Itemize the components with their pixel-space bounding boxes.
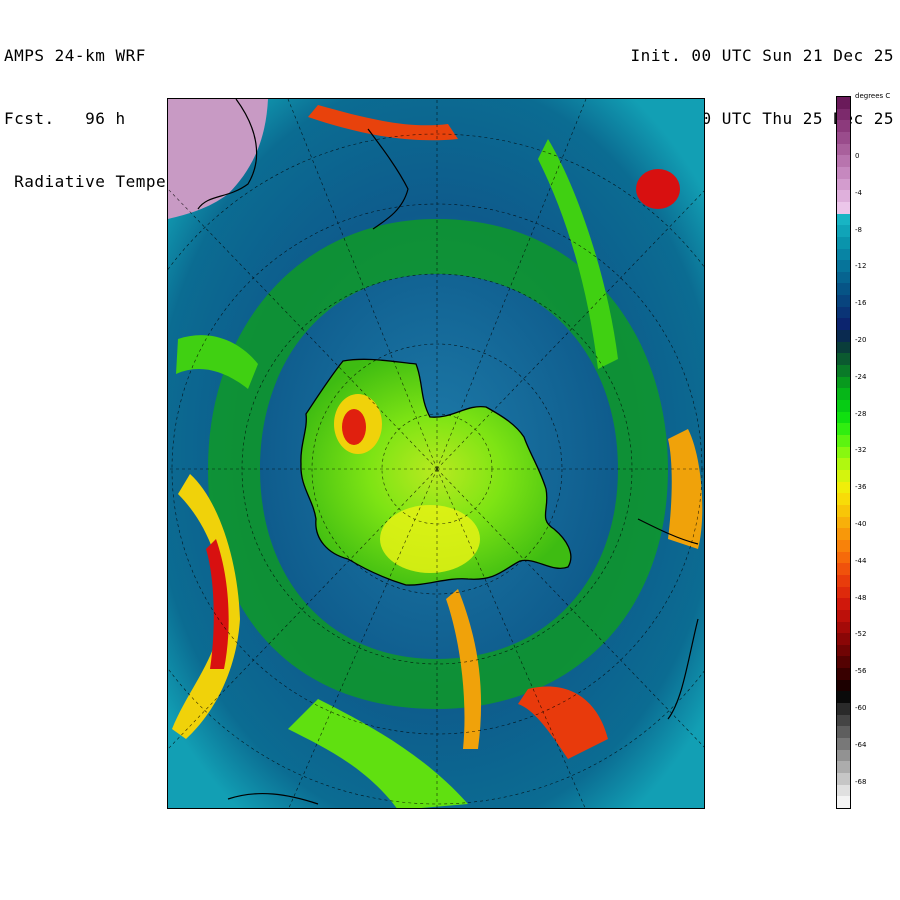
init-time: Init. 00 UTC Sun 21 Dec 25: [630, 46, 894, 65]
colorbar-tick-label: -20: [855, 336, 867, 344]
colorbar-swatch: [837, 131, 850, 145]
colorbar-tick-label: -52: [855, 630, 867, 639]
colorbar-swatch: [837, 539, 850, 553]
colorbar-labels: degrees C 0 -4 -8 -12 -16 -20 -24 -28 -32 -36 -40 -…: [855, 90, 900, 820]
colorbar-tick-label: -4: [855, 188, 862, 197]
colorbar-tick-label: -24: [855, 372, 867, 381]
colorbar-swatch: [837, 761, 850, 774]
colorbar-swatch: [837, 796, 850, 809]
colorbar-swatch: [837, 469, 850, 483]
polar-plateau-highlight: [380, 505, 480, 573]
colorbar-tick-label: -68: [855, 777, 867, 786]
colorbar-swatch: [837, 714, 850, 727]
colorbar-swatch: [837, 633, 850, 646]
colorbar-swatch: [837, 400, 850, 413]
colorbar-swatch: [837, 318, 850, 331]
colorbar-swatch: [837, 703, 850, 716]
colorbar-swatch: [837, 271, 850, 284]
colorbar-swatch: [837, 353, 850, 366]
colorbar-swatch: [837, 295, 850, 308]
colorbar-swatch: [837, 563, 850, 576]
colorbar-swatch: [837, 225, 850, 238]
colorbar-tick-label: -56: [855, 667, 867, 676]
colorbar-swatch: [837, 341, 850, 354]
colorbar-tick-label: -12: [855, 262, 867, 271]
colorbar-swatch: [837, 178, 850, 191]
colorbar-swatch: [837, 574, 850, 588]
colorbar-tick-label: -64: [855, 740, 867, 749]
map-panel: [167, 98, 705, 809]
colorbar-swatch: [837, 773, 850, 786]
polar-map: [168, 99, 704, 808]
colorbar-swatch: [837, 668, 850, 681]
colorbar-tick-label: 0: [855, 152, 860, 160]
colorbar-tick-label: -16: [855, 299, 867, 308]
colorbar-swatch: [837, 120, 850, 133]
storm-northeast: [636, 169, 680, 209]
colorbar-swatch: [837, 481, 850, 494]
colorbar-swatch: [837, 644, 850, 657]
colorbar-swatch: [837, 166, 850, 180]
colorbar-swatch: [837, 446, 850, 459]
colorbar-swatch: [837, 504, 850, 518]
colorbar-swatch: [837, 388, 850, 401]
colorbar-swatch: [837, 201, 850, 215]
colorbar-swatch: [837, 306, 850, 319]
colorbar-swatch: [837, 656, 850, 669]
colorbar-swatch: [837, 330, 850, 343]
colorbar-swatch: [837, 108, 850, 121]
colorbar-tick-label: -8: [855, 225, 862, 234]
colorbar-tick-label: -40: [855, 520, 867, 528]
peninsula-ice-shelf-core: [342, 409, 366, 445]
colorbar-swatch: [837, 97, 850, 110]
colorbar-swatch: [837, 365, 850, 378]
colorbar-swatch: [837, 691, 850, 704]
colorbar-swatch: [837, 749, 850, 762]
colorbar-swatch: [837, 784, 850, 797]
colorbar: [836, 96, 851, 809]
colorbar-swatch: [837, 586, 850, 599]
colorbar-swatch: [837, 190, 850, 203]
colorbar-swatch: [837, 621, 850, 634]
colorbar-swatch: [837, 516, 850, 529]
colorbar-tick-label: -32: [855, 446, 867, 455]
colorbar-swatch: [837, 260, 850, 273]
colorbar-tick-label: -36: [855, 483, 867, 492]
model-title: AMPS 24-km WRF: [4, 46, 146, 65]
colorbar-swatch: [837, 236, 850, 249]
colorbar-unit: degrees C: [855, 92, 891, 100]
colorbar-swatch: [837, 458, 850, 471]
colorbar-tick-label: -28: [855, 409, 867, 418]
colorbar-swatch: [837, 143, 850, 156]
colorbar-swatch: [837, 376, 850, 389]
colorbar-swatch: [837, 679, 850, 692]
colorbar-swatch: [837, 411, 850, 424]
colorbar-swatch: [837, 423, 850, 436]
colorbar-tick-label: -60: [855, 704, 867, 712]
colorbar-swatch: [837, 213, 850, 226]
colorbar-tick-label: -48: [855, 593, 867, 602]
colorbar-swatch: [837, 155, 850, 168]
colorbar-swatch: [837, 493, 850, 506]
colorbar-swatch: [837, 435, 850, 448]
colorbar-swatch: [837, 726, 850, 739]
colorbar-swatch: [837, 598, 850, 611]
colorbar-swatch: [837, 609, 850, 622]
colorbar-swatch: [837, 738, 850, 751]
colorbar-swatch: [837, 528, 850, 541]
colorbar-swatch: [837, 551, 850, 564]
colorbar-swatch: [837, 248, 850, 261]
colorbar-swatch: [837, 283, 850, 296]
colorbar-tick-label: -44: [855, 556, 867, 565]
